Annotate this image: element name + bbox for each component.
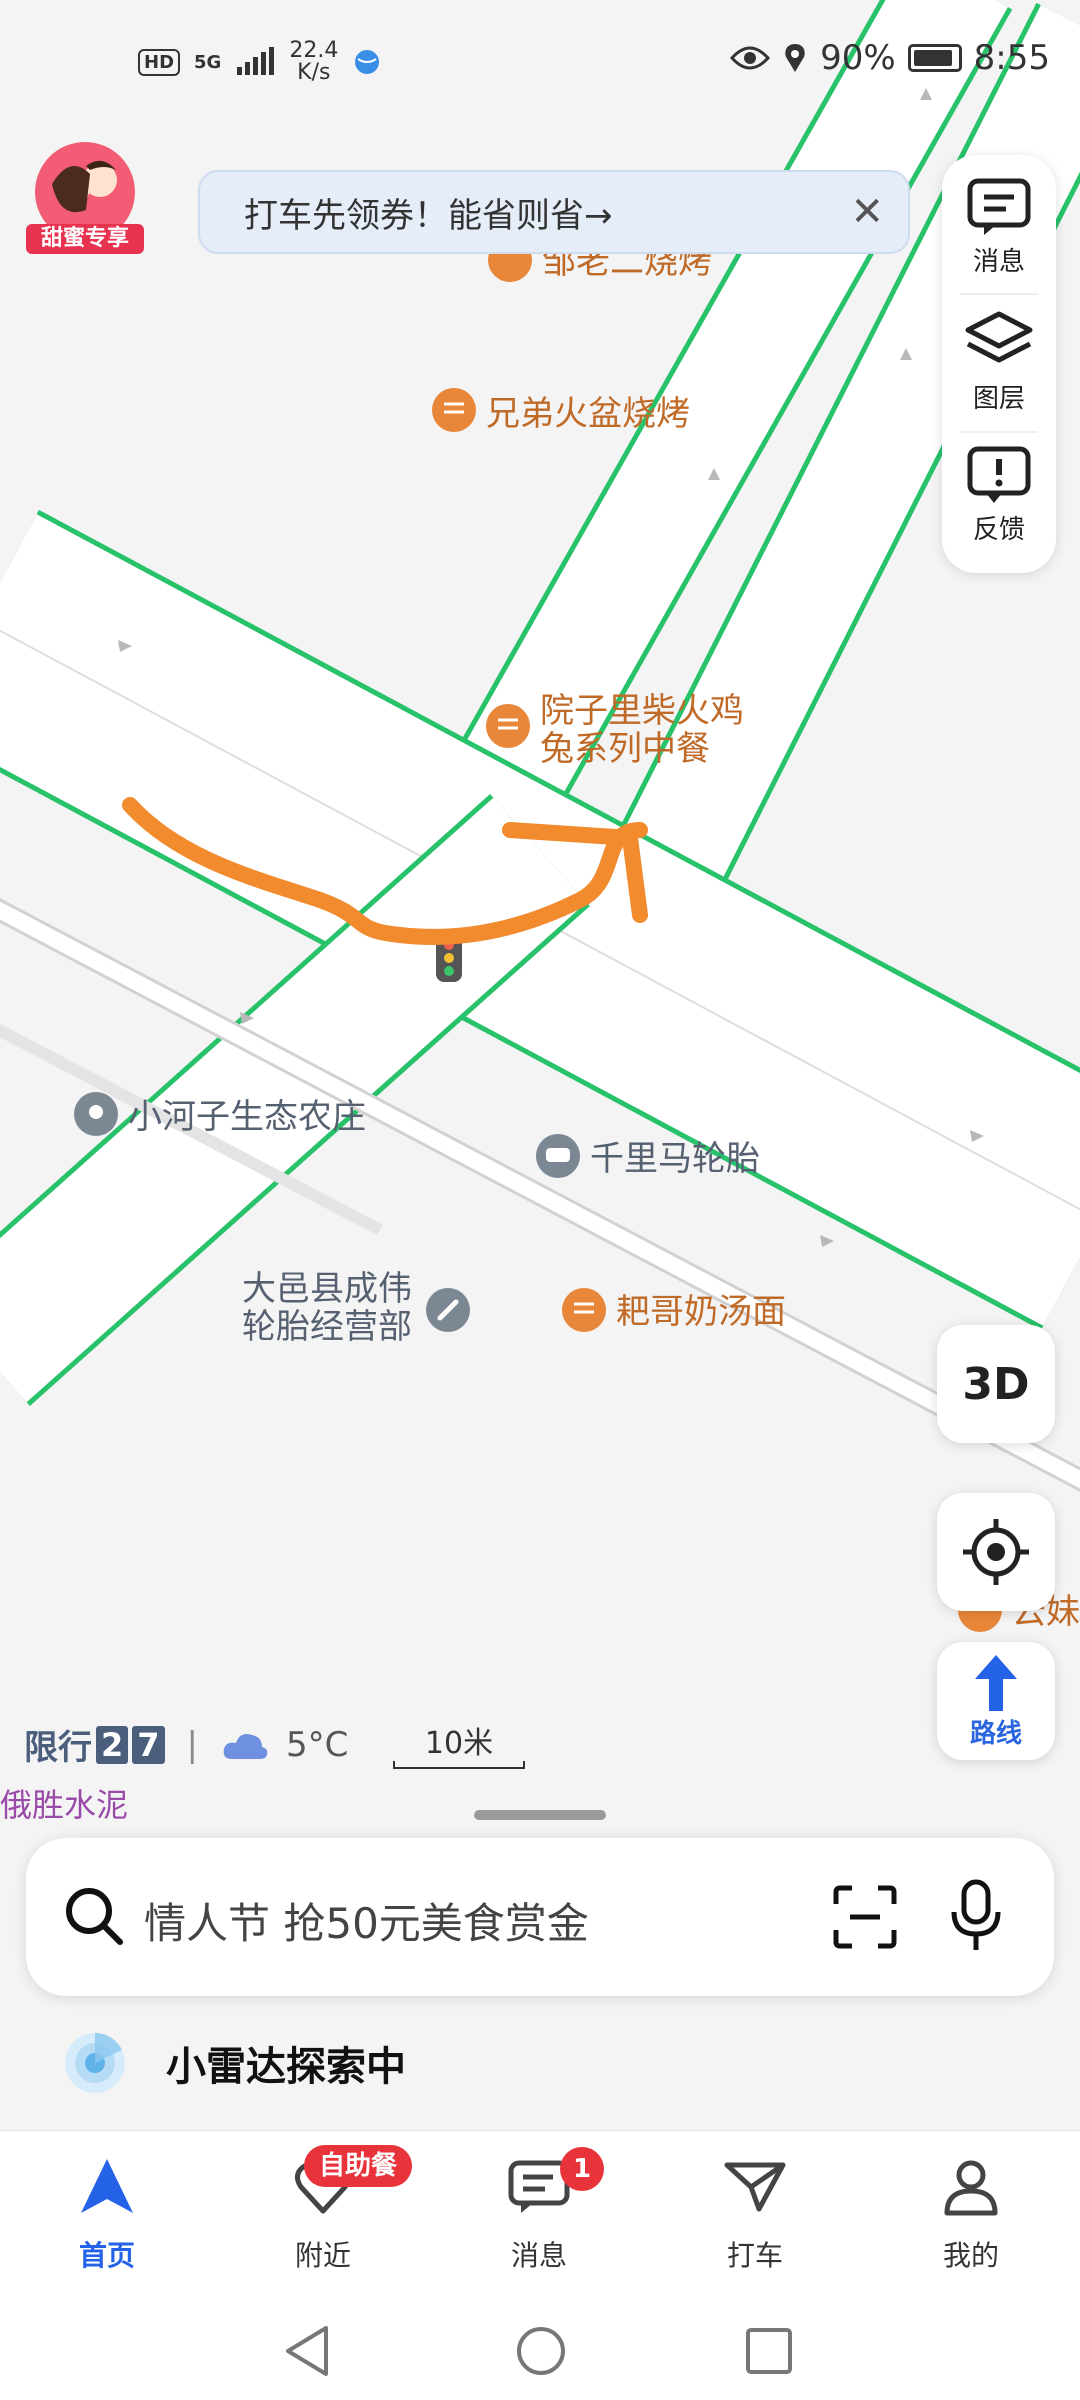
restriction-digit-1: 2 — [96, 1725, 129, 1764]
radar-text: 小雷达探索中 — [166, 2044, 406, 2090]
messages-badge: 1 — [560, 2147, 604, 2191]
map-scale-label: 10米 — [424, 1726, 494, 1761]
restriction-label: 限行 — [24, 1728, 92, 1768]
home-arrow-icon — [81, 2159, 133, 2213]
taxi-icon — [724, 2162, 786, 2212]
search-bar[interactable]: 情人节 抢50元美食赏金 — [26, 1838, 1054, 1996]
sheet-drag-handle[interactable] — [474, 1810, 606, 1820]
map-side-panel: 消息 图层 反馈 — [942, 155, 1056, 573]
svg-text:千里马轮胎: 千里马轮胎 — [590, 1139, 760, 1179]
route-button[interactable]: 路线 — [937, 1642, 1055, 1760]
route-arrow-icon — [975, 1654, 1017, 1711]
poi-noodle[interactable]: 耙哥奶汤面 — [562, 1288, 786, 1332]
tab-messages[interactable]: 消息 1 — [464, 2147, 614, 2274]
tab-home[interactable]: 首页 — [32, 2157, 182, 2274]
hd-indicator: HD — [138, 48, 181, 76]
3d-toggle-button[interactable]: 3D — [937, 1325, 1055, 1443]
battery-percent: 90% — [820, 38, 896, 78]
radar-icon — [65, 2033, 125, 2093]
bottom-tab-bar: 首页 附近 自助餐 消息 1 打车 我的 — [0, 2130, 1080, 2301]
layers-icon — [965, 311, 1033, 363]
globe-icon — [355, 50, 380, 74]
scan-icon[interactable] — [832, 1884, 898, 1950]
microphone-icon[interactable] — [946, 1878, 1006, 1954]
avatar-label: 甜蜜专享 — [26, 224, 144, 254]
restriction-digit-2: 7 — [132, 1725, 165, 1764]
close-icon[interactable]: ✕ — [850, 189, 884, 235]
battery-icon — [907, 44, 962, 72]
svg-text:兔系列中餐: 兔系列中餐 — [540, 729, 710, 769]
messages-button[interactable]: 消息 — [942, 177, 1056, 278]
map-label-partial: 俄胜水泥 — [0, 1786, 129, 1824]
signal-icon — [237, 47, 275, 75]
map-scale-bar — [393, 1761, 525, 1769]
svg-text:耙哥奶汤面: 耙哥奶汤面 — [616, 1292, 786, 1332]
crosshair-icon — [963, 1519, 1029, 1585]
search-placeholder: 情人节 抢50元美食赏金 — [144, 1899, 589, 1948]
tab-taxi[interactable]: 打车 — [680, 2157, 830, 2274]
info-separator: | — [186, 1724, 198, 1765]
poi-tire[interactable]: 千里马轮胎 — [536, 1134, 760, 1179]
clock: 8:55 — [973, 38, 1050, 78]
net-speed: 22.4 K/s — [289, 38, 339, 85]
svg-text:轮胎经营部: 轮胎经营部 — [242, 1307, 412, 1347]
tab-nearby[interactable]: 附近 自助餐 — [248, 2145, 412, 2274]
radar-row[interactable]: 小雷达探索中 — [62, 2030, 406, 2096]
info-row: 限行 2 7 | 5°C — [24, 1720, 348, 1769]
system-nav-bar — [0, 2300, 1080, 2400]
locate-me-button[interactable] — [937, 1493, 1055, 1611]
svg-text:院子里柴火鸡: 院子里柴火鸡 — [540, 691, 744, 731]
status-bar: HD 5G 22.4 K/s 90% 8:55 — [0, 0, 1080, 130]
svg-text:大邑县成伟: 大邑县成伟 — [242, 1269, 412, 1309]
eye-icon — [730, 46, 771, 70]
feedback-icon — [967, 446, 1031, 503]
recents-square-icon[interactable] — [744, 2326, 794, 2376]
promo-banner[interactable]: 打车先领券！能省则省→ ✕ — [198, 170, 910, 254]
location-pin-icon — [785, 44, 805, 72]
svg-text:兄弟火盆烧烤: 兄弟火盆烧烤 — [486, 394, 690, 434]
home-circle-icon[interactable] — [514, 2324, 568, 2378]
couple-avatar-button[interactable]: 甜蜜专享 — [26, 140, 144, 260]
person-icon — [944, 2160, 998, 2216]
cloud-icon — [223, 1733, 268, 1759]
feedback-button[interactable]: 反馈 — [942, 445, 1056, 546]
back-icon[interactable] — [282, 2324, 332, 2378]
promo-text: 打车先领券！能省则省→ — [244, 195, 613, 236]
message-icon — [967, 178, 1031, 235]
layers-button[interactable]: 图层 — [942, 310, 1056, 415]
network-indicator: 5G — [194, 51, 222, 73]
nearby-badge: 自助餐 — [304, 2145, 412, 2187]
tab-mine[interactable]: 我的 — [896, 2157, 1046, 2274]
temperature: 5°C — [286, 1724, 349, 1765]
svg-text:小河子生态农庄: 小河子生态农庄 — [128, 1097, 366, 1137]
search-icon — [66, 1888, 123, 1945]
